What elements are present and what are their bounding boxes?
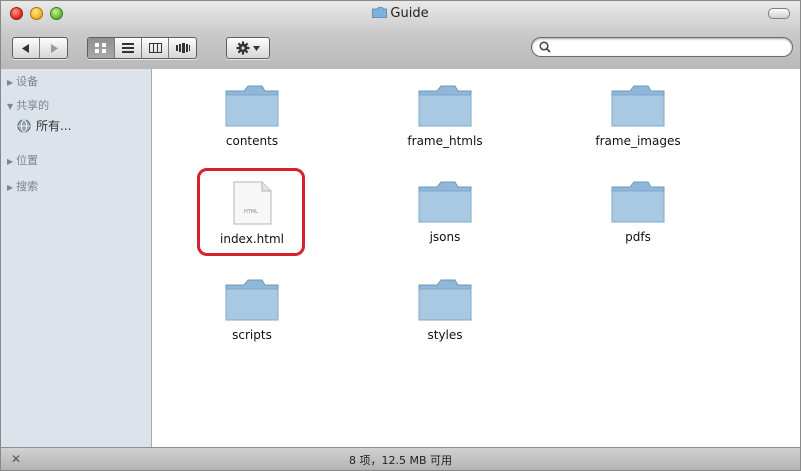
- folder-icon: [225, 279, 279, 321]
- coverflow-view-icon: [175, 43, 190, 53]
- gear-icon: [236, 41, 250, 55]
- sidebar-item-all-shared[interactable]: 所有...: [17, 117, 71, 134]
- highlight-callout-box: [197, 168, 305, 256]
- network-globe-icon: [17, 118, 31, 133]
- file-label: scripts: [232, 328, 272, 342]
- sidebar-section-devices[interactable]: ▶ 设备: [7, 73, 38, 89]
- disclosure-triangle-down-icon: ▼: [7, 102, 14, 111]
- file-label: frame_htmls: [407, 134, 483, 148]
- sidebar: ▶ 设备 ▼ 共享的 所有... ▶ 位置 ▶ 搜索: [1, 69, 152, 450]
- window-title: Guide: [1, 6, 800, 21]
- file-label: jsons: [429, 230, 461, 244]
- sidebar-section-label: 搜索: [16, 180, 39, 193]
- folder-icon: [418, 181, 472, 223]
- forward-button[interactable]: [40, 38, 67, 58]
- action-menu-group: [226, 37, 270, 59]
- chevron-down-icon: [253, 45, 260, 51]
- file-label: pdfs: [625, 230, 651, 244]
- folder-item-pdfs[interactable]: pdfs: [583, 179, 693, 244]
- view-mode-group: [87, 37, 197, 59]
- sidebar-section-places[interactable]: ▶ 位置: [7, 152, 38, 168]
- back-button[interactable]: [13, 38, 40, 58]
- disclosure-triangle-right-icon: ▶: [7, 157, 14, 166]
- window-title-text: Guide: [390, 6, 429, 21]
- folder-icon: [225, 85, 279, 127]
- folder-icon: [611, 181, 665, 223]
- sidebar-section-label: 共享的: [16, 99, 50, 112]
- folder-item-frame-htmls[interactable]: frame_htmls: [390, 83, 500, 148]
- folder-icon: [372, 7, 388, 18]
- status-text: 8 项，12.5 MB 可用: [348, 454, 453, 467]
- folder-item-contents[interactable]: contents: [197, 83, 307, 148]
- title-bar: Guide: [1, 1, 800, 70]
- disclosure-triangle-right-icon: ▶: [7, 78, 14, 87]
- sidebar-section-label: 位置: [16, 154, 39, 167]
- search-icon: [539, 41, 551, 53]
- disclosure-triangle-right-icon: ▶: [7, 183, 14, 192]
- sidebar-section-label: 设备: [16, 75, 39, 88]
- search-input[interactable]: [531, 37, 793, 57]
- icon-view-button[interactable]: [88, 38, 115, 58]
- column-view-icon: [148, 43, 162, 53]
- forward-arrow-icon: [50, 43, 58, 53]
- folder-icon: [418, 279, 472, 321]
- folder-item-scripts[interactable]: scripts: [197, 277, 307, 342]
- sidebar-section-search[interactable]: ▶ 搜索: [7, 178, 38, 194]
- folder-item-styles[interactable]: styles: [390, 277, 500, 342]
- file-label: contents: [225, 134, 279, 148]
- icon-view-icon: [95, 43, 106, 53]
- folder-item-frame-images[interactable]: frame_images: [583, 83, 693, 148]
- list-view-button[interactable]: [115, 38, 142, 58]
- status-bar: ✕ 8 项，12.5 MB 可用: [1, 447, 800, 470]
- action-menu-button[interactable]: [227, 38, 269, 58]
- file-label: frame_images: [595, 134, 681, 148]
- toolbar-toggle-button[interactable]: [768, 8, 790, 19]
- folder-item-jsons[interactable]: jsons: [390, 179, 500, 244]
- nav-button-group: [12, 37, 68, 59]
- file-browser-area: contents frame_htmls frame_images HTML i…: [152, 69, 800, 450]
- back-arrow-icon: [22, 43, 29, 53]
- column-view-button[interactable]: [142, 38, 169, 58]
- coverflow-view-button[interactable]: [169, 38, 196, 58]
- folder-icon: [418, 85, 472, 127]
- folder-icon: [611, 85, 665, 127]
- sidebar-section-shared[interactable]: ▼ 共享的: [7, 97, 49, 113]
- finder-window: Guide ▶ 设备 ▼ 共享的 所有... ▶ 位置 ▶ 搜索 content…: [0, 0, 801, 471]
- list-view-icon: [122, 43, 134, 53]
- file-label: styles: [427, 328, 463, 342]
- sidebar-item-label: 所有...: [36, 119, 72, 133]
